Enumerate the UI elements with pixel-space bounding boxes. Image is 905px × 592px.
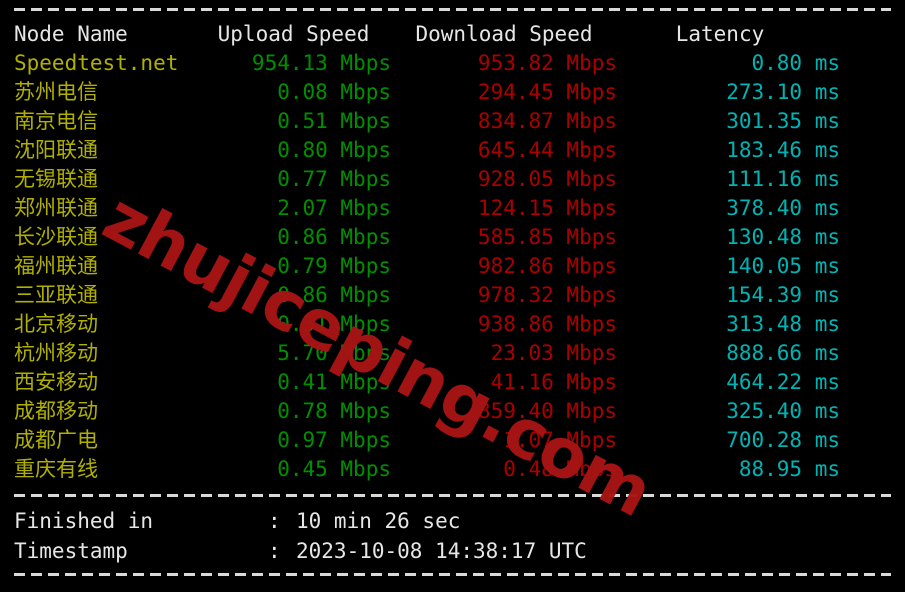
- timestamp-value: 2023-10-08 14:38:17 UTC: [296, 539, 587, 563]
- finished-in-colon: :: [268, 509, 281, 533]
- table-row: 重庆有线 0.45 Mbps 0.48 Mbps 88.95 ms: [0, 455, 905, 484]
- table-row: 长沙联通 0.86 Mbps 585.85 Mbps 130.48 ms: [0, 223, 905, 252]
- upload-speed-cell: 0.97 Mbps: [277, 428, 391, 452]
- node-name-cell: 杭州移动: [14, 341, 98, 365]
- speedtest-results-table: Node Name Upload Speed Download Speed La…: [0, 20, 905, 484]
- table-row: 无锡联通 0.77 Mbps 928.05 Mbps 111.16 ms: [0, 165, 905, 194]
- finished-in-value: 10 min 26 sec: [296, 509, 461, 533]
- node-name-cell: 无锡联通: [14, 167, 98, 191]
- table-row: 沈阳联通 0.80 Mbps 645.44 Mbps 183.46 ms: [0, 136, 905, 165]
- download-speed-cell: 0.48 Mbps: [503, 457, 617, 481]
- table-row: 福州联通 0.79 Mbps 982.86 Mbps 140.05 ms: [0, 252, 905, 281]
- node-name-cell: 长沙联通: [14, 225, 98, 249]
- table-row: 西安移动 0.41 Mbps 41.16 Mbps 464.22 ms: [0, 368, 905, 397]
- download-speed-cell: 1.07 Mbps: [503, 428, 617, 452]
- table-row: 郑州联通 2.07 Mbps 124.15 Mbps 378.40 ms: [0, 194, 905, 223]
- download-speed-cell: 859.40 Mbps: [477, 399, 617, 423]
- latency-cell: 464.22 ms: [726, 370, 840, 394]
- latency-cell: 273.10 ms: [726, 80, 840, 104]
- upload-speed-cell: 0.80 Mbps: [277, 138, 391, 162]
- node-name-cell: Speedtest.net: [14, 51, 179, 75]
- latency-cell: 313.48 ms: [726, 312, 840, 336]
- column-header-node-name: Node Name: [14, 22, 128, 46]
- node-name-cell: 成都移动: [14, 399, 98, 423]
- column-header-upload-speed: Upload Speed: [217, 22, 370, 46]
- latency-cell: 888.66 ms: [726, 341, 840, 365]
- latency-cell: 325.40 ms: [726, 399, 840, 423]
- upload-speed-cell: 5.70 Mbps: [277, 341, 391, 365]
- table-row: 苏州电信 0.08 Mbps 294.45 Mbps 273.10 ms: [0, 78, 905, 107]
- download-speed-cell: 645.44 Mbps: [477, 138, 617, 162]
- separator-bottom: [14, 573, 891, 576]
- timestamp-colon: :: [268, 539, 281, 563]
- download-speed-cell: 928.05 Mbps: [477, 167, 617, 191]
- node-name-cell: 北京移动: [14, 312, 98, 336]
- table-row: 成都移动 0.78 Mbps 859.40 Mbps 325.40 ms: [0, 397, 905, 426]
- upload-speed-cell: 0.86 Mbps: [277, 283, 391, 307]
- timestamp-label: Timestamp: [14, 539, 128, 563]
- latency-cell: 0.80 ms: [751, 51, 840, 75]
- upload-speed-cell: 954.13 Mbps: [251, 51, 391, 75]
- download-speed-cell: 834.87 Mbps: [477, 109, 617, 133]
- node-name-cell: 成都广电: [14, 428, 98, 452]
- separator-top: [14, 8, 891, 11]
- table-row: 三亚联通 0.86 Mbps 978.32 Mbps 154.39 ms: [0, 281, 905, 310]
- latency-cell: 301.35 ms: [726, 109, 840, 133]
- column-header-latency: Latency: [675, 22, 765, 46]
- node-name-cell: 福州联通: [14, 254, 98, 278]
- upload-speed-cell: 0.51 Mbps: [277, 312, 391, 336]
- node-name-cell: 南京电信: [14, 109, 98, 133]
- download-speed-cell: 982.86 Mbps: [477, 254, 617, 278]
- upload-speed-cell: 0.86 Mbps: [277, 225, 391, 249]
- table-row: 北京移动 0.51 Mbps 938.86 Mbps 313.48 ms: [0, 310, 905, 339]
- node-name-cell: 沈阳联通: [14, 138, 98, 162]
- latency-cell: 378.40 ms: [726, 196, 840, 220]
- node-name-cell: 苏州电信: [14, 80, 98, 104]
- column-header-download-speed: Download Speed: [415, 22, 593, 46]
- table-row: 成都广电 0.97 Mbps 1.07 Mbps 700.28 ms: [0, 426, 905, 455]
- latency-cell: 111.16 ms: [726, 167, 840, 191]
- download-speed-cell: 585.85 Mbps: [477, 225, 617, 249]
- latency-cell: 183.46 ms: [726, 138, 840, 162]
- node-name-cell: 重庆有线: [14, 457, 98, 481]
- latency-cell: 154.39 ms: [726, 283, 840, 307]
- download-speed-cell: 124.15 Mbps: [477, 196, 617, 220]
- download-speed-cell: 23.03 Mbps: [490, 341, 617, 365]
- separator-middle: [14, 494, 891, 497]
- table-row: 杭州移动 5.70 Mbps 23.03 Mbps 888.66 ms: [0, 339, 905, 368]
- terminal-output: Node Name Upload Speed Download Speed La…: [0, 0, 905, 592]
- upload-speed-cell: 2.07 Mbps: [277, 196, 391, 220]
- upload-speed-cell: 0.45 Mbps: [277, 457, 391, 481]
- finished-in-label: Finished in: [14, 509, 154, 533]
- upload-speed-cell: 0.77 Mbps: [277, 167, 391, 191]
- upload-speed-cell: 0.78 Mbps: [277, 399, 391, 423]
- table-row: 南京电信 0.51 Mbps 834.87 Mbps 301.35 ms: [0, 107, 905, 136]
- latency-cell: 88.95 ms: [738, 457, 840, 481]
- node-name-cell: 郑州联通: [14, 196, 98, 220]
- latency-cell: 140.05 ms: [726, 254, 840, 278]
- download-speed-cell: 978.32 Mbps: [477, 283, 617, 307]
- download-speed-cell: 953.82 Mbps: [477, 51, 617, 75]
- upload-speed-cell: 0.41 Mbps: [277, 370, 391, 394]
- latency-cell: 700.28 ms: [726, 428, 840, 452]
- node-name-cell: 西安移动: [14, 370, 98, 394]
- summary-section: Finished in : 10 min 26 sec Timestamp : …: [0, 506, 905, 566]
- upload-speed-cell: 0.79 Mbps: [277, 254, 391, 278]
- download-speed-cell: 41.16 Mbps: [490, 370, 617, 394]
- table-header-row: Node Name Upload Speed Download Speed La…: [0, 20, 905, 49]
- table-row: Speedtest.net 954.13 Mbps 953.82 Mbps 0.80 …: [0, 49, 905, 78]
- upload-speed-cell: 0.51 Mbps: [277, 109, 391, 133]
- download-speed-cell: 294.45 Mbps: [477, 80, 617, 104]
- download-speed-cell: 938.86 Mbps: [477, 312, 617, 336]
- latency-cell: 130.48 ms: [726, 225, 840, 249]
- upload-speed-cell: 0.08 Mbps: [277, 80, 391, 104]
- node-name-cell: 三亚联通: [14, 283, 98, 307]
- timestamp-row: Timestamp : 2023-10-08 14:38:17 UTC: [0, 536, 905, 566]
- finished-in-row: Finished in : 10 min 26 sec: [0, 506, 905, 536]
